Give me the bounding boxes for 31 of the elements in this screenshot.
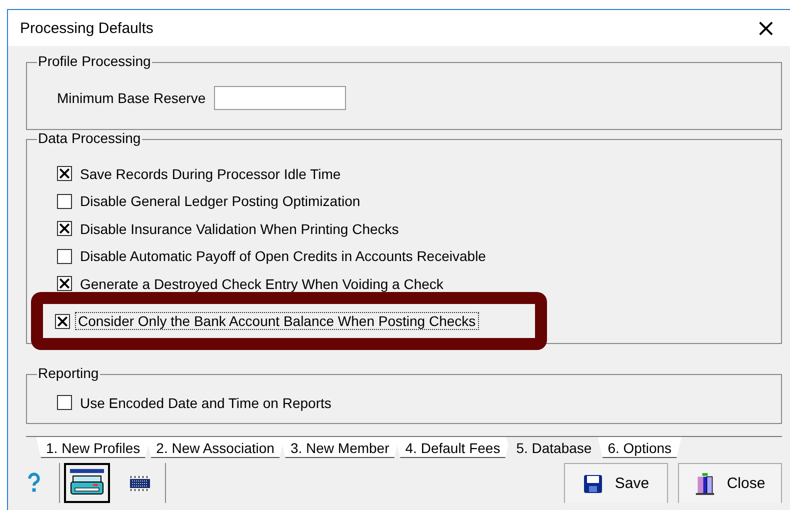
tab[interactable]: 1. New Profiles [36,437,150,458]
group-title: Profile Processing [37,53,152,69]
question-mark-icon [26,472,40,494]
checkbox[interactable] [57,248,72,264]
checkbox[interactable] [57,166,72,182]
tab[interactable]: 4. Default Fees [395,437,510,458]
tab[interactable]: 3. New Member [280,437,400,458]
keyboard-icon [128,474,152,492]
option-label: Disable Automatic Payoff of Open Credits in Accounts Receivable [80,248,486,264]
print-button[interactable] [64,463,110,503]
option-label: Save Records During Processor Idle Time [80,166,341,182]
tab[interactable]: 2. New Association [146,437,284,458]
option-label: Disable Insurance Validation When Printing Checks [80,220,399,237]
checkbox[interactable] [57,221,72,236]
field-label: Minimum Base Reserve [57,90,206,106]
group-title: Reporting [37,365,100,381]
close-button[interactable]: × [742,16,790,40]
group-title: Data Processing [37,130,142,146]
checkbox[interactable] [57,276,72,292]
option-label: Disable General Ledger Posting Optimization [80,193,360,210]
window-title: Processing Defaults [20,20,154,36]
input-field[interactable] [214,86,346,110]
option-label: Use Encoded Date and Time on Reports [80,394,332,411]
close-button[interactable]: Close [678,463,782,503]
option-label: Generate a Destroyed Check Entry When Voiding a Check [80,276,444,292]
tab[interactable]: 6. Options [598,437,682,458]
save-button[interactable]: Save [564,463,668,503]
option-label: Consider Only the Bank Account Balance When Posting Checks [76,313,478,329]
checkbox[interactable] [57,395,72,410]
checkbox[interactable] [57,194,72,209]
checkbox[interactable] [55,314,70,328]
